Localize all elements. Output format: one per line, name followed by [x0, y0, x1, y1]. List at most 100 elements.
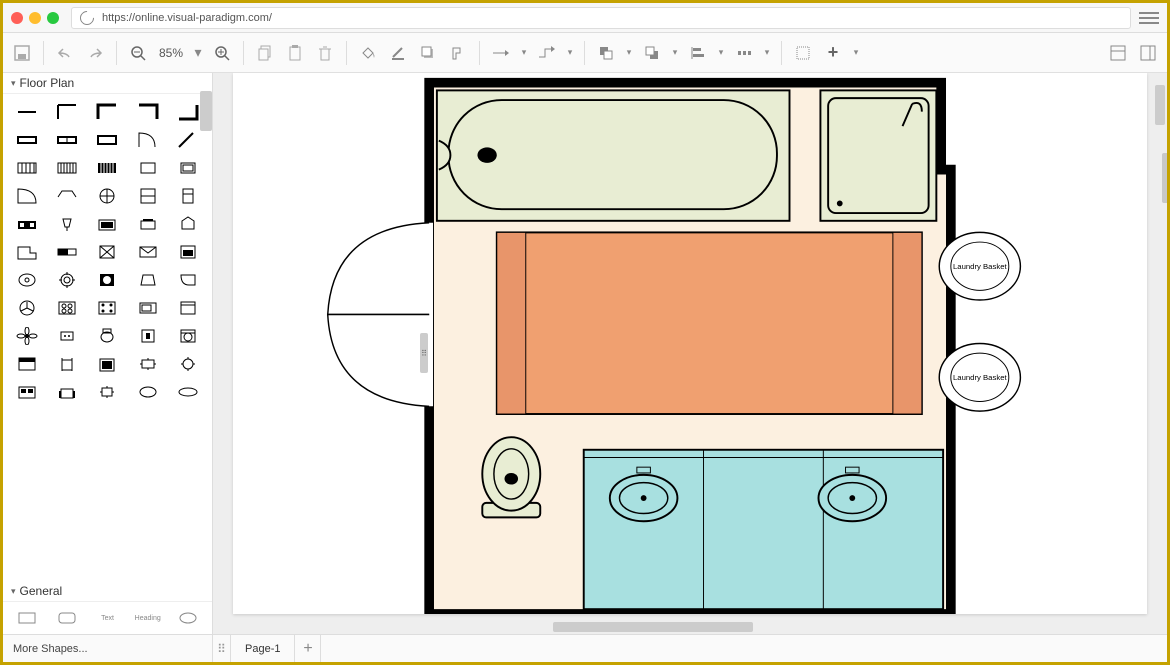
shape-door[interactable] — [170, 128, 206, 152]
to-front-button[interactable] — [593, 40, 619, 66]
shape-basket[interactable] — [130, 268, 166, 292]
line-color-button[interactable] — [385, 40, 411, 66]
shape-bay-window[interactable] — [49, 184, 85, 208]
add-button[interactable]: + — [820, 40, 846, 66]
shape-quarter[interactable] — [9, 184, 45, 208]
shape-corner-sofa[interactable] — [9, 240, 45, 264]
shape-rounded-rect[interactable] — [49, 608, 85, 628]
shape-table2[interactable] — [170, 156, 206, 180]
shape-ellipse2[interactable] — [170, 380, 206, 404]
menu-icon[interactable] — [1139, 12, 1159, 24]
shape-window2[interactable] — [49, 128, 85, 152]
canvas-area[interactable]: Laundry Basket Laundry Basket — [213, 73, 1167, 634]
minimize-window-icon[interactable] — [29, 12, 41, 24]
shape-table[interactable] — [130, 156, 166, 180]
redo-button[interactable] — [82, 40, 108, 66]
shape-desk[interactable] — [130, 212, 166, 236]
connector-button[interactable] — [488, 40, 514, 66]
shape-corner-tr[interactable] — [130, 100, 166, 124]
shape-bed2[interactable] — [9, 380, 45, 404]
shape-dishwasher[interactable] — [170, 296, 206, 320]
zoom-dropdown[interactable]: ▾ — [191, 40, 205, 66]
shape-cabinet[interactable] — [130, 184, 166, 208]
shape-stairs3[interactable] — [89, 156, 125, 180]
shape-fan[interactable] — [9, 296, 45, 320]
shape-sofa[interactable] — [9, 212, 45, 236]
shape-ellipse[interactable] — [170, 608, 206, 628]
shape-chair2[interactable] — [89, 352, 125, 376]
maximize-window-icon[interactable] — [47, 12, 59, 24]
waypoint-dropdown[interactable]: ▾ — [564, 40, 576, 66]
zoom-out-button[interactable] — [125, 40, 151, 66]
undo-button[interactable] — [52, 40, 78, 66]
shape-door-arc[interactable] — [130, 128, 166, 152]
zoom-in-button[interactable] — [209, 40, 235, 66]
shape-heading[interactable]: Heading — [130, 608, 166, 628]
fill-button[interactable] — [355, 40, 381, 66]
shape-washer[interactable] — [89, 268, 125, 292]
shape-window[interactable] — [9, 128, 45, 152]
shape-lamp[interactable] — [49, 212, 85, 236]
shape-oven[interactable] — [170, 240, 206, 264]
waypoint-button[interactable] — [534, 40, 560, 66]
vanity-counter[interactable] — [584, 450, 943, 609]
shape-gear[interactable] — [49, 268, 85, 292]
panel-splitter[interactable]: ⠿ — [420, 333, 428, 373]
outline-panel-button[interactable] — [1135, 40, 1161, 66]
paste-button[interactable] — [282, 40, 308, 66]
shape-armchair[interactable] — [49, 380, 85, 404]
shape-square-x[interactable] — [89, 240, 125, 264]
shape-opening[interactable] — [89, 128, 125, 152]
shape-microwave[interactable] — [130, 296, 166, 320]
shadow-button[interactable] — [415, 40, 441, 66]
shape-oval-table[interactable] — [130, 380, 166, 404]
rug[interactable] — [497, 232, 922, 414]
sidebar-scrollbar[interactable] — [200, 91, 212, 131]
save-button[interactable] — [9, 40, 35, 66]
shape-toilet[interactable] — [89, 324, 125, 348]
to-back-button[interactable] — [639, 40, 665, 66]
shape-chair[interactable] — [49, 352, 85, 376]
shape-text[interactable]: Text — [89, 608, 125, 628]
shape-stove[interactable] — [49, 296, 85, 320]
shape-cooktop[interactable] — [89, 296, 125, 320]
floor-plan-drawing[interactable]: Laundry Basket Laundry Basket — [233, 73, 1147, 614]
shape-printer[interactable] — [170, 212, 206, 236]
distribute-button[interactable] — [731, 40, 757, 66]
shower-tray[interactable] — [828, 98, 928, 213]
shape-rect[interactable] — [9, 608, 45, 628]
shape-envelope[interactable] — [130, 240, 166, 264]
page-tab-1[interactable]: Page-1 — [231, 635, 295, 662]
shape-ceiling-fan[interactable] — [9, 324, 45, 348]
tab-drag-handle[interactable]: ⠿ — [213, 635, 231, 662]
to-back-dropdown[interactable]: ▾ — [669, 40, 681, 66]
sidebar-section-floorplan[interactable]: Floor Plan — [3, 73, 212, 94]
grid-button[interactable] — [790, 40, 816, 66]
align-button[interactable] — [685, 40, 711, 66]
format-panel-button[interactable] — [1105, 40, 1131, 66]
splitter-handle[interactable] — [1162, 153, 1167, 203]
url-field[interactable]: https://online.visual-paradigm.com/ — [71, 7, 1131, 29]
canvas[interactable]: Laundry Basket Laundry Basket — [233, 73, 1147, 614]
shape-revolving[interactable] — [89, 184, 125, 208]
more-shapes-button[interactable]: More Shapes... — [3, 635, 213, 662]
bathtub[interactable] — [448, 100, 776, 209]
align-dropdown[interactable]: ▾ — [715, 40, 727, 66]
canvas-scrollbar-h[interactable] — [553, 622, 753, 632]
shape-sink-round[interactable] — [9, 268, 45, 292]
canvas-scrollbar-v[interactable] — [1155, 85, 1165, 125]
shape-wall[interactable] — [9, 100, 45, 124]
sidebar-section-general[interactable]: General — [3, 581, 212, 602]
shape-outlet[interactable] — [49, 324, 85, 348]
format-painter-button[interactable] — [445, 40, 471, 66]
shape-piano[interactable] — [170, 268, 206, 292]
shape-table-round[interactable] — [130, 352, 166, 376]
to-front-dropdown[interactable]: ▾ — [623, 40, 635, 66]
delete-button[interactable] — [312, 40, 338, 66]
shape-tv[interactable] — [89, 212, 125, 236]
add-dropdown[interactable]: ▾ — [850, 40, 862, 66]
shape-corner-tl[interactable] — [89, 100, 125, 124]
close-window-icon[interactable] — [11, 12, 23, 24]
connector-dropdown[interactable]: ▾ — [518, 40, 530, 66]
reload-icon[interactable] — [77, 8, 97, 28]
